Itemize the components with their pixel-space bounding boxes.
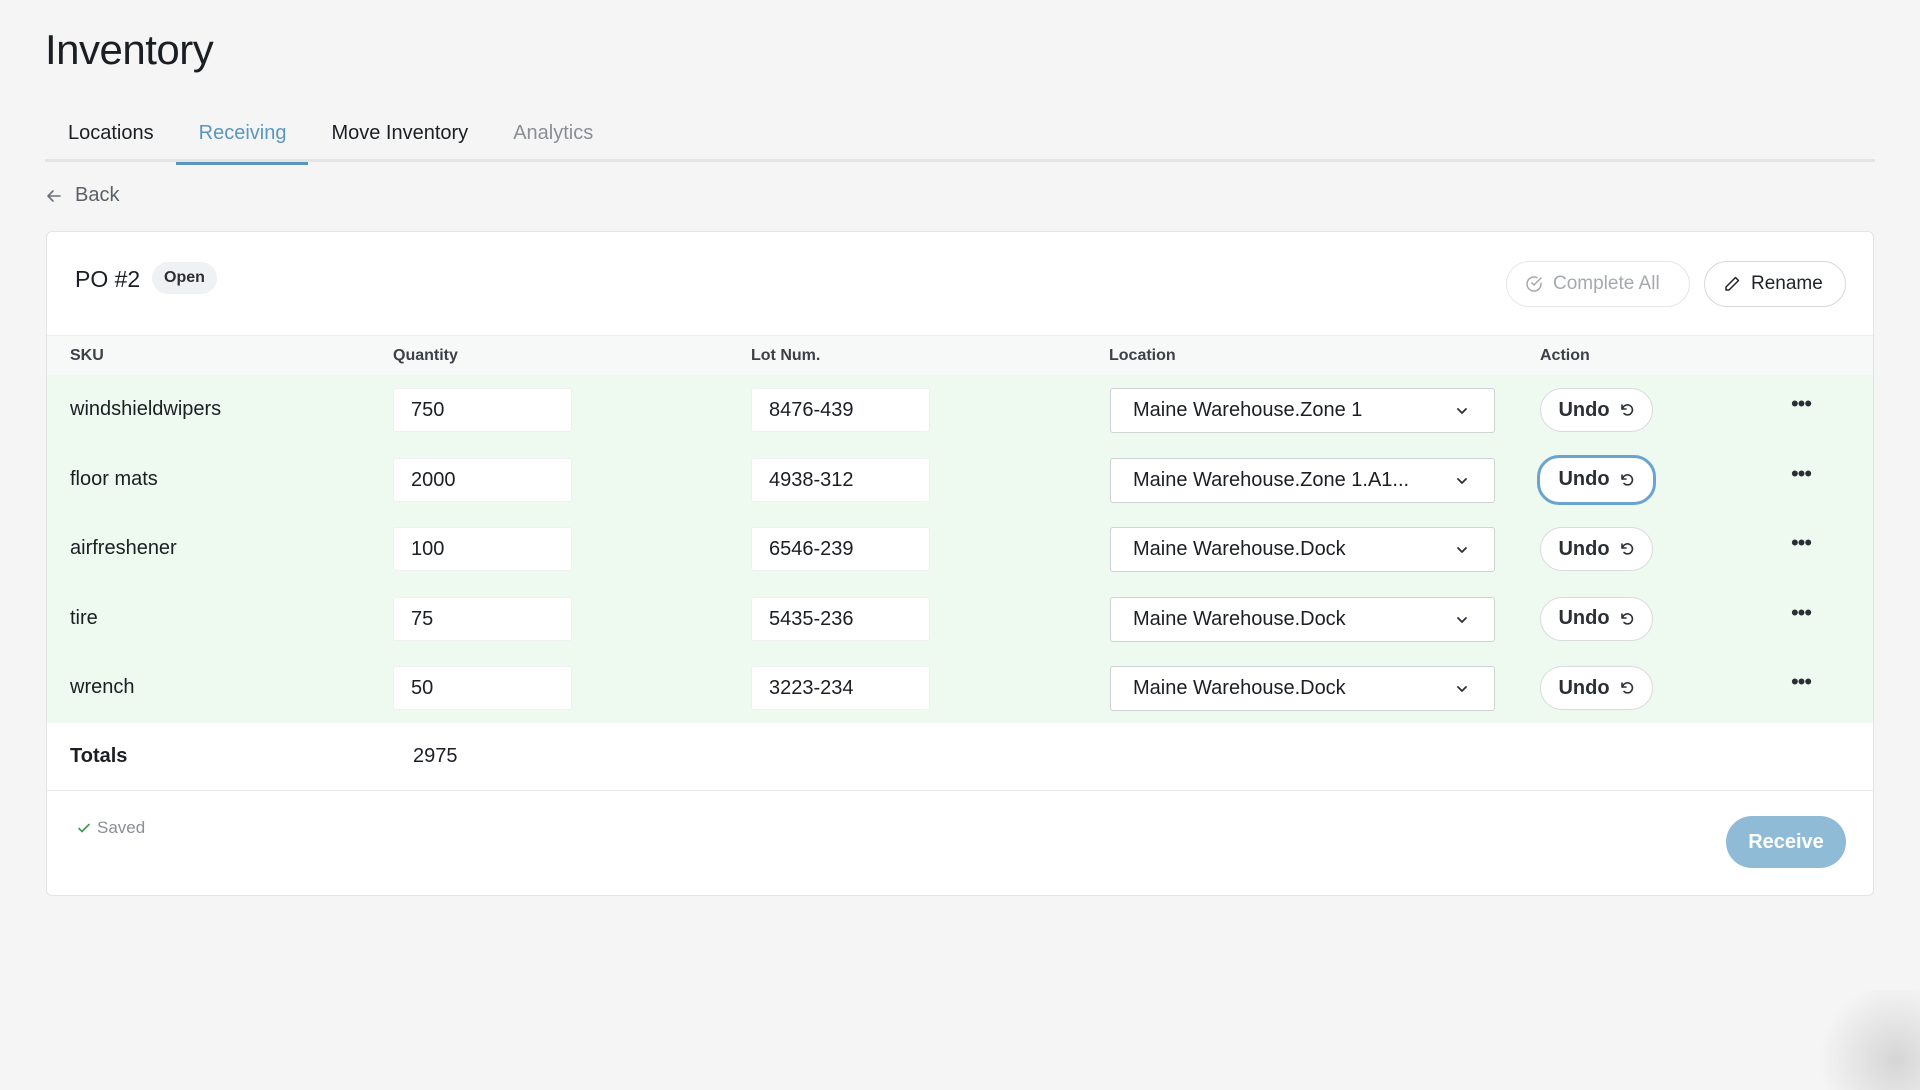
location-select[interactable]: Maine Warehouse.Dock [1110, 527, 1495, 572]
more-options-icon[interactable]: ••• [1789, 462, 1813, 487]
page-title: Inventory [45, 26, 214, 73]
undo-label: Undo [1558, 676, 1610, 699]
header-location: Location [1109, 347, 1176, 364]
quantity-input[interactable]: 2000 [393, 457, 572, 502]
receive-button[interactable]: Receive [1726, 816, 1846, 868]
undo-icon [1620, 682, 1633, 694]
chevron-down-icon [1457, 477, 1467, 484]
po-card: PO #2 Open Complete All Rename SKU Quant… [46, 231, 1874, 896]
tab-move-inventory[interactable]: Move Inventory [308, 112, 490, 162]
complete-all-label: Complete All [1553, 273, 1660, 294]
quantity-input[interactable]: 75 [393, 596, 572, 641]
quantity-input[interactable]: 50 [393, 666, 572, 710]
chevron-down-icon [1457, 408, 1467, 414]
arrow-left-icon [47, 189, 61, 202]
undo-icon [1620, 404, 1633, 416]
undo-icon [1620, 473, 1633, 486]
lot-input[interactable]: 3223-234 [751, 666, 930, 710]
undo-button[interactable]: Undo [1540, 527, 1653, 571]
more-options-icon[interactable]: ••• [1789, 601, 1813, 626]
check-icon [78, 823, 90, 833]
sku-cell: floor mats [70, 467, 158, 490]
location-select[interactable]: Maine Warehouse.Dock [1110, 666, 1495, 711]
header-action: Action [1540, 347, 1590, 364]
check-circle-icon [1526, 276, 1542, 292]
undo-icon [1620, 543, 1633, 555]
back-link[interactable]: Back [45, 184, 119, 207]
header-lot: Lot Num. [751, 347, 821, 364]
rename-label: Rename [1751, 273, 1823, 294]
header-sku: SKU [70, 347, 104, 364]
table-row: tire 75 5435-236 Maine Warehouse.Dock Un… [47, 583, 1873, 653]
totals-value: 2975 [413, 745, 458, 767]
chevron-down-icon [1457, 686, 1467, 692]
tab-bar: Locations Receiving Move Inventory Analy… [45, 112, 1875, 165]
tab-receiving[interactable]: Receiving [175, 112, 309, 165]
quantity-input[interactable]: 100 [393, 527, 572, 571]
chevron-down-icon [1457, 616, 1467, 623]
undo-button[interactable]: Undo [1540, 596, 1653, 641]
undo-button[interactable]: Undo [1540, 666, 1653, 710]
saved-label: Saved [97, 818, 146, 837]
table-row: windshieldwipers 750 8476-439 Maine Ware… [47, 375, 1873, 445]
location-value: Maine Warehouse.Dock [1133, 607, 1346, 630]
sku-cell: airfreshener [70, 537, 177, 559]
totals-label: Totals [70, 745, 128, 767]
table-row: floor mats 2000 4938-312 Maine Warehouse… [47, 444, 1873, 514]
totals-row: Totals 2975 [47, 722, 1873, 791]
lot-input[interactable]: 4938-312 [751, 457, 930, 502]
tab-analytics[interactable]: Analytics [490, 112, 615, 162]
back-label: Back [75, 184, 120, 206]
undo-button[interactable]: Undo [1537, 454, 1656, 505]
quantity-input[interactable]: 750 [393, 388, 572, 432]
saved-status: Saved [77, 818, 145, 838]
location-value: Maine Warehouse.Dock [1133, 677, 1346, 699]
complete-all-button[interactable]: Complete All [1506, 261, 1690, 307]
undo-icon [1620, 612, 1633, 625]
location-value: Maine Warehouse.Zone 1.A1... [1133, 468, 1410, 491]
sku-cell: tire [70, 606, 98, 629]
tab-locations[interactable]: Locations [45, 112, 176, 162]
location-value: Maine Warehouse.Zone 1 [1133, 399, 1363, 421]
undo-label: Undo [1558, 468, 1610, 490]
location-value: Maine Warehouse.Dock [1133, 538, 1346, 560]
location-select[interactable]: Maine Warehouse.Zone 1 [1110, 388, 1495, 433]
rename-button[interactable]: Rename [1704, 261, 1846, 307]
header-quantity: Quantity [393, 347, 458, 364]
more-options-icon[interactable]: ••• [1789, 671, 1813, 695]
sku-cell: windshieldwipers [70, 398, 222, 420]
lot-input[interactable]: 6546-239 [751, 527, 930, 571]
chevron-down-icon [1457, 547, 1467, 553]
table-body: windshieldwipers 750 8476-439 Maine Ware… [47, 375, 1873, 723]
undo-label: Undo [1558, 607, 1610, 629]
table-header: SKU Quantity Lot Num. Location Action [47, 335, 1873, 375]
undo-label: Undo [1558, 398, 1610, 421]
pencil-icon [1725, 276, 1740, 291]
lot-input[interactable]: 5435-236 [751, 596, 930, 641]
table-row: airfreshener 100 6546-239 Maine Warehous… [47, 514, 1873, 584]
corner-shadow [1800, 990, 1920, 1090]
undo-button[interactable]: Undo [1540, 388, 1653, 432]
po-title: PO #2 [75, 266, 141, 292]
sku-cell: wrench [70, 676, 135, 698]
lot-input[interactable]: 8476-439 [751, 388, 930, 432]
location-select[interactable]: Maine Warehouse.Dock [1110, 596, 1495, 642]
more-options-icon[interactable]: ••• [1789, 393, 1813, 417]
more-options-icon[interactable]: ••• [1789, 532, 1813, 556]
status-badge: Open [152, 262, 217, 294]
table-row: wrench 50 3223-234 Maine Warehouse.Dock … [47, 653, 1873, 723]
undo-label: Undo [1558, 537, 1610, 560]
location-select[interactable]: Maine Warehouse.Zone 1.A1... [1110, 457, 1495, 503]
